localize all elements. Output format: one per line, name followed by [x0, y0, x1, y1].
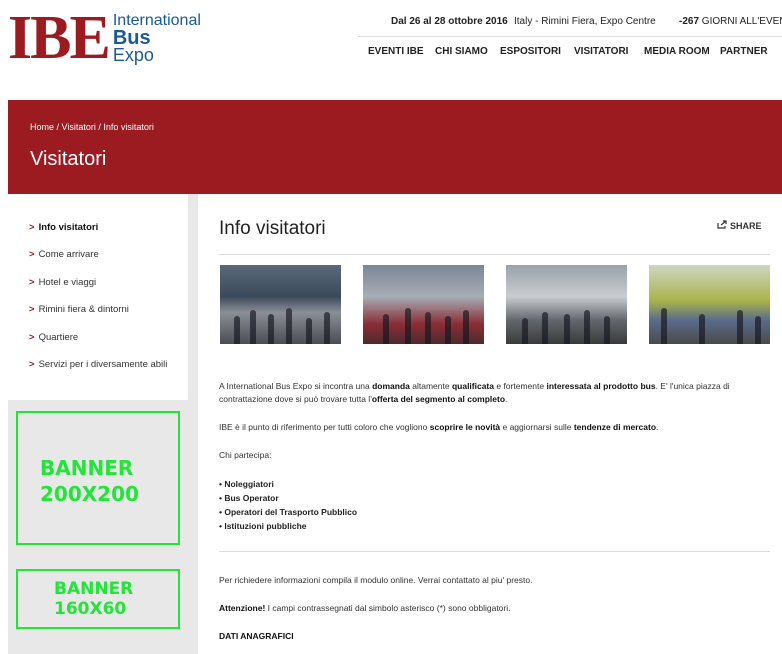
chevron-right-icon: >	[29, 332, 35, 343]
banner-line-2: 200X200	[40, 482, 139, 506]
form-intro: Per richiedere informazioni compila il m…	[219, 575, 533, 585]
banner-line-2: 160X60	[54, 599, 127, 619]
list-item: • Bus Operator	[219, 493, 279, 503]
site-header: IBE International Bus Expo Dal 26 al 28 …	[0, 0, 782, 100]
section-heading: DATI ANAGRAFICI	[219, 631, 294, 641]
share-icon	[717, 220, 727, 231]
nav-partner[interactable]: PARTNER	[720, 46, 768, 57]
sidebar-item-label: Rimini fiera & dintorni	[38, 304, 129, 315]
nav-eventi-ibe[interactable]: EVENTI IBE	[368, 46, 424, 57]
content-title: Info visitatori	[219, 218, 326, 239]
event-date: Dal 26 al 28 ottobre 2016	[391, 16, 508, 27]
banner-160x60[interactable]: BANNER 160X60	[16, 569, 180, 629]
share-button[interactable]: SHARE	[717, 220, 762, 231]
participants-list: • Noleggiatori • Bus Operator • Operator…	[219, 477, 357, 533]
nav-espositori[interactable]: ESPOSITORI	[500, 46, 561, 57]
gallery-photo-4[interactable]	[649, 265, 770, 344]
countdown: -267 GIORNI ALL'EVENT	[679, 16, 782, 27]
logo-wordmark: International Bus Expo	[113, 12, 201, 64]
breadcrumb[interactable]: Home / Visitatori / Info visitatori	[30, 122, 154, 132]
gallery-photo-2[interactable]	[363, 265, 484, 344]
main-nav: EVENTI IBE CHI SIAMO ESPOSITORI VISITATO…	[358, 36, 782, 66]
text-bold: domanda	[372, 381, 410, 391]
participants-label: Chi partecipa:	[219, 450, 272, 460]
intro-paragraph: A International Bus Expo si incontra una…	[219, 380, 771, 406]
ibe-logo[interactable]: IBE International Bus Expo	[8, 4, 201, 72]
sidebar-menu: > Info visitatori > Come arrivare > Hotel e…	[8, 194, 188, 400]
chevron-right-icon: >	[29, 304, 35, 315]
text-run: e fortemente	[494, 381, 547, 391]
divider	[219, 254, 770, 255]
banner-200x200[interactable]: BANNER 200X200	[16, 411, 180, 545]
sidebar-item-label: Quartiere	[38, 332, 79, 343]
text-run: .	[505, 394, 508, 404]
logo-line-3: Expo	[112, 45, 154, 65]
required-notice: Attenzione! I campi contrassegnati dal s…	[219, 603, 510, 613]
chevron-right-icon: >	[29, 222, 35, 233]
text-bold: scoprire le novità	[429, 422, 501, 432]
gallery-photo-1[interactable]	[220, 265, 341, 344]
sidebar-item-label: Info visitatori	[38, 222, 99, 233]
list-item: • Noleggiatori	[219, 479, 274, 489]
text-bold: qualificata	[451, 381, 494, 391]
countdown-label: GIORNI ALL'EVENT	[701, 16, 782, 27]
sidebar-item-come-arrivare[interactable]: > Come arrivare	[29, 249, 99, 260]
page-hero: Home / Visitatori / Info visitatori Visi…	[8, 100, 782, 194]
banner-line-1: BANNER	[54, 579, 134, 599]
text-run: I campi contrassegnati dal simbolo aster…	[265, 603, 511, 613]
event-place: Italy - Rimini Fiera, Expo Centre	[514, 16, 656, 27]
nav-visitatori[interactable]: VISITATORI	[574, 46, 628, 57]
nav-chi-siamo[interactable]: CHI SIAMO	[435, 46, 488, 57]
text-bold: Attenzione!	[219, 603, 266, 613]
text-run: IBE è il punto di riferimento per tutti …	[219, 422, 430, 432]
text-bold: tendenze di mercato	[573, 422, 657, 432]
sidebar-item-hotel-viaggi[interactable]: > Hotel e viaggi	[29, 277, 96, 288]
page-title: Visitatori	[30, 148, 107, 170]
sidebar-item-label: Hotel e viaggi	[38, 277, 97, 288]
sidebar-item-servizi-disabili[interactable]: > Servizi per i diversamente abili	[29, 359, 167, 370]
nav-media-room[interactable]: MEDIA ROOM	[644, 46, 710, 57]
sidebar-item-label: Come arrivare	[38, 249, 99, 260]
logo-mark: IBE	[8, 4, 111, 72]
list-item: • Operatori del Trasporto Pubblico	[219, 507, 358, 517]
text-run: A International Bus Expo si incontra una	[219, 381, 373, 391]
sidebar-item-quartiere[interactable]: > Quartiere	[29, 332, 78, 343]
gallery-photo-3[interactable]	[506, 265, 627, 344]
divider	[219, 551, 770, 552]
list-item: • Istituzioni pubbliche	[219, 521, 307, 531]
text-bold: offerta del segmento al completo	[371, 394, 506, 404]
banner-line-1: BANNER	[40, 456, 134, 480]
event-info: Dal 26 al 28 ottobre 2016 Italy - Rimini…	[391, 16, 782, 27]
text-run: .	[656, 422, 659, 432]
text-run: e aggiornarsi sulle	[500, 422, 574, 432]
reference-paragraph: IBE è il punto di riferimento per tutti …	[219, 421, 771, 434]
sidebar-item-label: Servizi per i diversamente abili	[38, 359, 168, 370]
chevron-right-icon: >	[29, 249, 35, 260]
sidebar-item-info-visitatori[interactable]: > Info visitatori	[29, 222, 98, 233]
text-bold: interessata al prodotto bus	[546, 381, 656, 391]
chevron-right-icon: >	[29, 359, 35, 370]
share-label: SHARE	[730, 221, 762, 231]
countdown-number: -267	[679, 16, 700, 27]
chevron-right-icon: >	[29, 277, 35, 288]
text-run: altamente	[409, 381, 452, 391]
sidebar-item-rimini-fiera[interactable]: > Rimini fiera & dintorni	[29, 304, 129, 315]
